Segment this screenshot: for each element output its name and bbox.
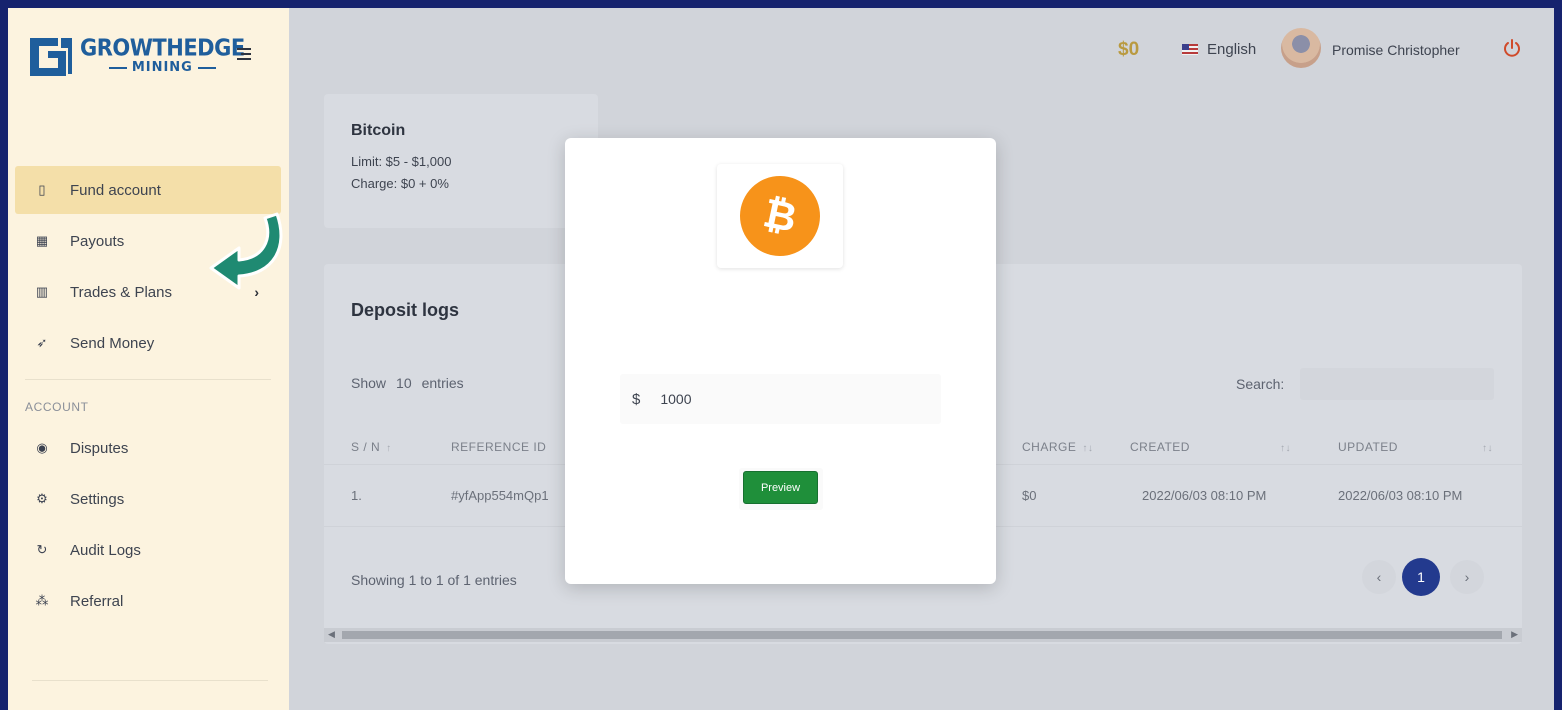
pagination-prev-button[interactable]: ‹	[1362, 560, 1396, 594]
sidebar-item-send-money[interactable]: ➶ Send Money	[15, 319, 281, 367]
column-header-charge[interactable]: CHARGE ↑↓	[1022, 440, 1093, 454]
cell-charge: $0	[1022, 488, 1037, 503]
bitcoin-icon: ₿	[732, 168, 828, 264]
scroll-left-icon[interactable]: ◀	[328, 629, 335, 640]
sidebar-item-disputes[interactable]: ◉ Disputes	[15, 424, 281, 472]
bar-chart-icon: ▥	[35, 284, 49, 299]
card-charge: Charge: $0 + 0%	[351, 176, 449, 191]
bitcoin-method-card[interactable]: Bitcoin Limit: $5 - $1,000 Charge: $0 + …	[324, 94, 598, 228]
paper-plane-icon: ➶	[36, 335, 48, 350]
language-selector[interactable]: English	[1207, 41, 1256, 58]
gears-icon: ⚙	[36, 491, 48, 506]
column-header-reference[interactable]: REFERENCE ID	[451, 440, 546, 454]
sidebar-divider	[25, 379, 271, 380]
calendar-check-icon: ▦	[35, 233, 49, 248]
amount-field[interactable]: $	[620, 374, 941, 424]
cell-reference: #yfApp554mQp1	[451, 488, 549, 503]
refresh-icon: ↻	[36, 542, 48, 557]
bitcoin-logo-card: ₿	[717, 164, 843, 268]
sidebar-item-label: Audit Logs	[70, 541, 141, 559]
sidebar-item-label: Send Money	[70, 334, 155, 352]
entries-select[interactable]: 10	[386, 375, 422, 391]
amount-input[interactable]	[660, 391, 901, 407]
table-info: Showing 1 to 1 of 1 entries	[351, 572, 517, 588]
sidebar-item-audit-logs[interactable]: ↻ Audit Logs	[15, 526, 281, 574]
power-icon[interactable]	[1502, 38, 1522, 58]
show-label: Show	[351, 375, 387, 391]
scrollbar-thumb[interactable]	[342, 631, 1502, 639]
bookmark-icon: ▯	[38, 182, 46, 197]
sidebar-item-label: Fund account	[70, 181, 161, 199]
search-input[interactable]	[1300, 368, 1494, 400]
sort-icon: ↑↓	[1279, 443, 1291, 454]
pagination-page-1[interactable]: 1	[1402, 558, 1440, 596]
sidebar-item-referral[interactable]: ⁂ Referral	[15, 577, 281, 625]
sort-icon: ↑↓	[1481, 443, 1493, 454]
cell-updated: 2022/06/03 08:10 PM	[1338, 488, 1463, 503]
column-header-updated[interactable]: UPDATED ↑↓	[1338, 440, 1493, 454]
card-limit: Limit: $5 - $1,000	[351, 154, 452, 169]
horizontal-scrollbar[interactable]: ◀ ▶	[324, 628, 1522, 642]
scroll-right-icon[interactable]: ▶	[1511, 629, 1518, 640]
cell-created: 2022/06/03 08:10 PM	[1142, 488, 1267, 503]
pagination-next-button[interactable]: ›	[1450, 560, 1484, 594]
sort-icon: ↑	[386, 443, 392, 454]
sidebar-divider	[32, 680, 268, 681]
sidebar-item-settings[interactable]: ⚙ Settings	[15, 475, 281, 523]
user-name[interactable]: Promise Christopher	[1332, 42, 1460, 58]
column-header-created[interactable]: CREATED ↑↓	[1130, 440, 1291, 454]
sidebar-item-label: Trades & Plans	[70, 283, 172, 301]
us-flag-icon	[1182, 44, 1198, 55]
sidebar-item-label: Settings	[70, 490, 125, 508]
search-label: Search:	[1236, 376, 1285, 392]
balance-display[interactable]: $0	[1118, 39, 1139, 61]
deposit-modal: ₿ $ Preview	[565, 138, 996, 584]
menu-toggle-icon[interactable]	[237, 48, 251, 63]
section-label-account: ACCOUNT	[25, 400, 89, 414]
sidebar-item-label: Payouts	[70, 232, 125, 250]
currency-symbol: $	[632, 390, 641, 408]
section-title: Deposit logs	[351, 300, 460, 320]
logo-subtitle: MINING	[131, 60, 193, 75]
logo-mark-icon	[28, 34, 74, 78]
avatar[interactable]	[1281, 28, 1321, 68]
sidebar: GROWTHEDGE MINING ▯ Fund account ▦ Payou…	[8, 8, 289, 710]
app-window: GROWTHEDGE MINING ▯ Fund account ▦ Payou…	[8, 8, 1554, 710]
brand-logo[interactable]: GROWTHEDGE MINING	[28, 34, 245, 78]
sidebar-item-fund-account[interactable]: ▯ Fund account	[15, 166, 281, 214]
sidebar-item-label: Referral	[70, 592, 124, 610]
logo-title: GROWTHEDGE	[80, 34, 245, 62]
cell-sn: 1.	[351, 488, 362, 503]
curved-arrow-icon	[209, 212, 283, 290]
entries-length-control: Show 10 entries	[351, 375, 464, 391]
target-icon: ◉	[36, 440, 48, 455]
preview-button[interactable]: Preview	[743, 471, 818, 504]
card-title: Bitcoin	[351, 122, 406, 139]
entries-label: entries	[421, 375, 464, 391]
sort-icon: ↑↓	[1082, 443, 1094, 454]
sidebar-item-label: Disputes	[70, 439, 129, 457]
network-icon: ⁂	[35, 593, 49, 608]
column-header-sn[interactable]: S / N ↑	[351, 440, 392, 454]
